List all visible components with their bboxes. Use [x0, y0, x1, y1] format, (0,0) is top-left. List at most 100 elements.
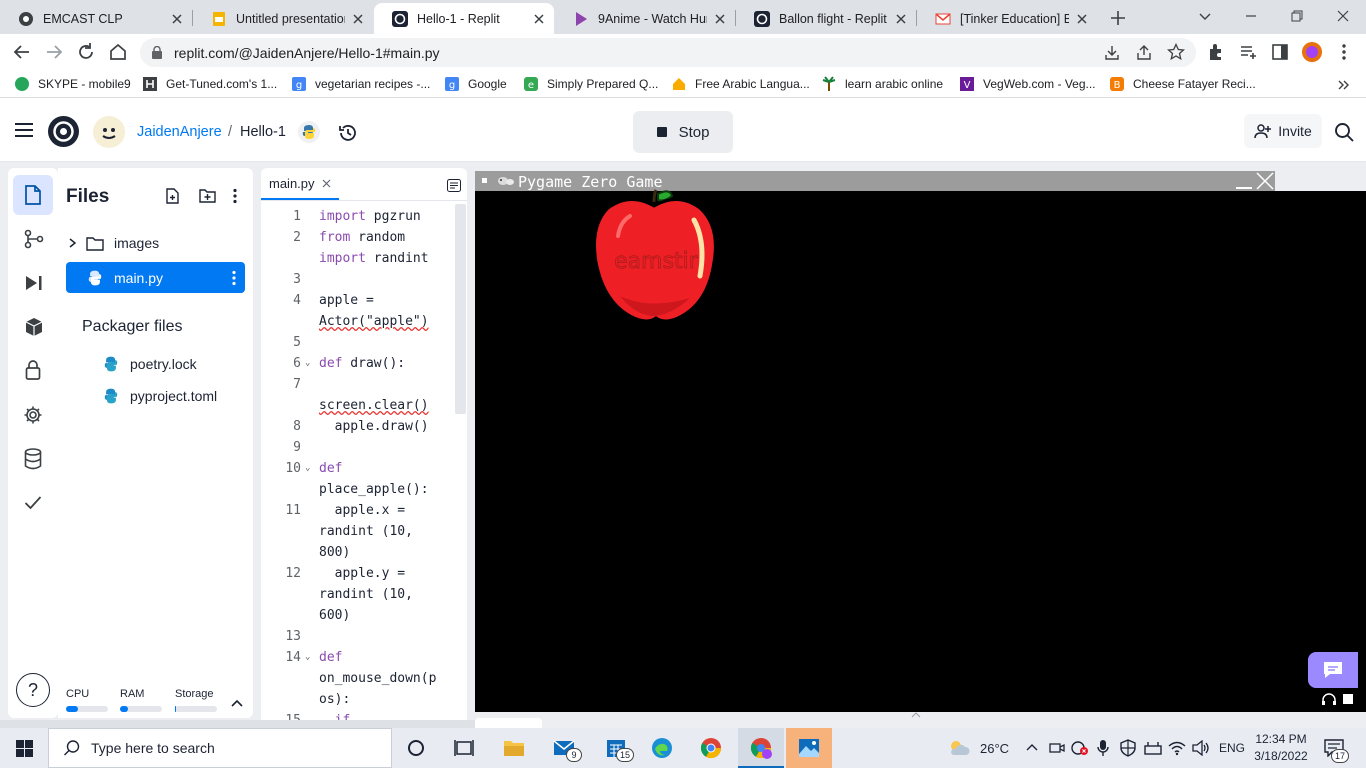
- file-more-options-icon[interactable]: [231, 270, 237, 286]
- editor-tab-main-py[interactable]: main.py: [261, 168, 339, 200]
- code-line[interactable]: 11 apple.x =: [261, 500, 461, 521]
- shield-icon[interactable]: [1119, 739, 1137, 757]
- edge-browser-icon[interactable]: [650, 736, 674, 760]
- tab-9anime[interactable]: 9Anime - Watch Hunt: [555, 3, 735, 34]
- fold-chevron-icon[interactable]: ⌄: [305, 647, 310, 668]
- chevron-up-icon[interactable]: [231, 698, 243, 708]
- minimize-icon[interactable]: [1240, 6, 1262, 26]
- share-icon[interactable]: [1135, 44, 1153, 62]
- tab-hello-1-replit[interactable]: Hello-1 - Replit: [374, 3, 554, 34]
- restore-icon[interactable]: [1286, 6, 1308, 26]
- more-bookmarks-chevron-icon[interactable]: [1336, 78, 1350, 92]
- game-minimize-icon[interactable]: [1235, 176, 1253, 190]
- code-line[interactable]: 1 import pgzrun: [261, 206, 461, 227]
- file-poetry-lock[interactable]: poetry.lock: [102, 355, 197, 373]
- wifi-icon[interactable]: [1168, 740, 1186, 756]
- windows-start-icon[interactable]: [16, 740, 33, 757]
- extensions-puzzle-icon[interactable]: [1205, 41, 1227, 63]
- user-avatar-icon[interactable]: [93, 116, 125, 148]
- profile-avatar-icon[interactable]: [1301, 41, 1323, 63]
- code-line[interactable]: 13: [261, 626, 461, 647]
- code-line[interactable]: randint (10,: [261, 584, 461, 605]
- invite-button[interactable]: Invite: [1244, 114, 1322, 148]
- code-area[interactable]: 1 import pgzrun 2 from random import randint…: [261, 206, 461, 720]
- run-tool-button[interactable]: [13, 263, 53, 303]
- python-language-icon[interactable]: [298, 121, 320, 143]
- close-icon[interactable]: [532, 12, 546, 26]
- bookmark-google[interactable]: g Google: [444, 76, 507, 92]
- chat-widget-button[interactable]: [1308, 652, 1358, 688]
- side-panel-icon[interactable]: [1269, 41, 1291, 63]
- hamburger-menu-icon[interactable]: [14, 122, 34, 138]
- address-bar[interactable]: replit.com/@JaidenAnjere/Hello-1#main.py: [140, 38, 1196, 67]
- tab-untitled-presentation[interactable]: Untitled presentation: [193, 3, 373, 34]
- code-line[interactable]: 15 if: [261, 710, 461, 720]
- repl-name[interactable]: Hello-1: [240, 124, 286, 140]
- files-tool-button[interactable]: [13, 175, 53, 215]
- console-tab[interactable]: [475, 718, 542, 728]
- bookmark-vegweb[interactable]: V VegWeb.com - Veg...: [959, 76, 1096, 92]
- language-indicator[interactable]: ENG: [1219, 741, 1245, 755]
- code-line[interactable]: 10 ⌄ def: [261, 458, 461, 479]
- code-line[interactable]: 3: [261, 269, 461, 290]
- chrome-profile-taskbar-button[interactable]: [738, 728, 784, 768]
- home-icon[interactable]: [107, 41, 129, 63]
- more-options-icon[interactable]: [228, 188, 242, 204]
- code-line[interactable]: 9: [261, 437, 461, 458]
- code-line[interactable]: 14 ⌄ def: [261, 647, 461, 668]
- secrets-tool-button[interactable]: [13, 351, 53, 391]
- apple-actor[interactable]: eamstir: [590, 186, 720, 326]
- version-control-tool-button[interactable]: [13, 219, 53, 259]
- stop-square-icon[interactable]: [1343, 694, 1353, 704]
- bookmark-cheese-fatayer[interactable]: B Cheese Fatayer Reci...: [1109, 76, 1256, 92]
- history-icon[interactable]: [337, 122, 359, 144]
- menu-dots-icon[interactable]: [1333, 41, 1355, 63]
- code-line[interactable]: 600): [261, 605, 461, 626]
- new-tab-plus-icon[interactable]: [1108, 8, 1128, 28]
- microphone-icon[interactable]: [1096, 739, 1110, 757]
- network-device-icon[interactable]: [1143, 740, 1163, 756]
- code-line[interactable]: on_mouse_down(p: [261, 668, 461, 689]
- code-line[interactable]: 5: [261, 332, 461, 353]
- game-close-icon[interactable]: [1256, 172, 1274, 190]
- install-icon[interactable]: [1103, 44, 1121, 62]
- code-line[interactable]: os):: [261, 689, 461, 710]
- username-link[interactable]: JaidenAnjere: [137, 124, 222, 140]
- code-line[interactable]: 7: [261, 374, 461, 395]
- close-icon[interactable]: [170, 12, 184, 26]
- unit-tests-tool-button[interactable]: [13, 483, 53, 523]
- packages-tool-button[interactable]: [13, 307, 53, 347]
- window-close-icon[interactable]: [1332, 6, 1354, 26]
- fold-chevron-icon[interactable]: ⌄: [305, 353, 310, 374]
- pane-divider[interactable]: [467, 168, 471, 720]
- code-line[interactable]: 2 from random: [261, 227, 461, 248]
- tab-emcast[interactable]: EMCAST CLP: [0, 3, 192, 34]
- window-menu-icon[interactable]: [482, 178, 487, 183]
- system-clock[interactable]: 12:34 PM 3/18/2022: [1248, 731, 1314, 765]
- code-line[interactable]: 6 ⌄ def draw():: [261, 353, 461, 374]
- close-icon[interactable]: [322, 179, 331, 188]
- expand-chevron-icon[interactable]: [911, 712, 921, 718]
- file-main-py[interactable]: main.py: [66, 262, 245, 293]
- editor-options-icon[interactable]: [447, 179, 461, 192]
- replit-logo-icon[interactable]: [47, 115, 80, 148]
- close-icon[interactable]: [351, 12, 365, 26]
- code-line[interactable]: screen.clear(): [261, 395, 461, 416]
- code-line[interactable]: 800): [261, 542, 461, 563]
- new-file-icon[interactable]: [165, 188, 181, 204]
- folder-images[interactable]: images: [68, 235, 159, 251]
- bookmark-learn-arabic[interactable]: learn arabic online: [821, 76, 943, 92]
- bookmark-skype[interactable]: SKYPE - mobile9: [14, 76, 131, 92]
- code-line[interactable]: 12 apple.y =: [261, 563, 461, 584]
- code-line[interactable]: Actor("apple"): [261, 311, 461, 332]
- taskbar-search-box[interactable]: Type here to search: [48, 728, 392, 768]
- code-line[interactable]: 8 apple.draw(): [261, 416, 461, 437]
- code-line[interactable]: 4 apple =: [261, 290, 461, 311]
- bookmark-simply-prepared[interactable]: e Simply Prepared Q...: [523, 76, 658, 92]
- bookmark-get-tuned[interactable]: Get-Tuned.com's 1...: [142, 76, 277, 92]
- database-tool-button[interactable]: [13, 439, 53, 479]
- help-button[interactable]: ?: [16, 673, 50, 707]
- meet-now-icon[interactable]: [1049, 740, 1065, 756]
- reload-icon[interactable]: [75, 41, 97, 63]
- code-line[interactable]: place_apple():: [261, 479, 461, 500]
